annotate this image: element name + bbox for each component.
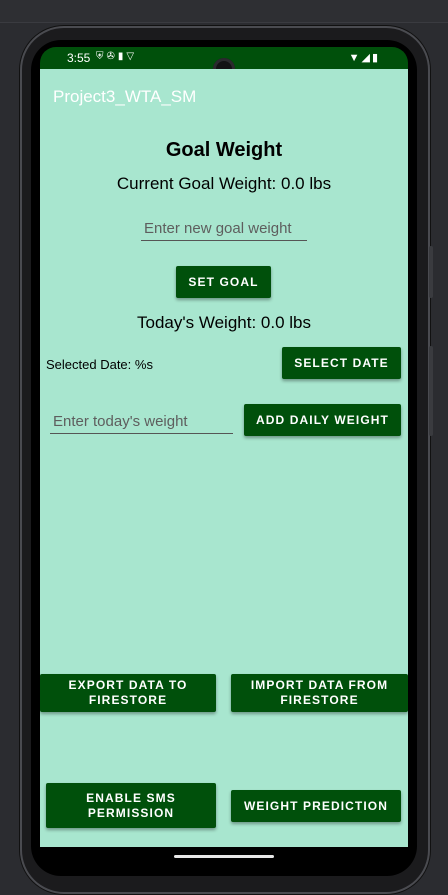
navigation-bar <box>40 847 408 867</box>
emulator-toolbar <box>0 0 448 23</box>
status-system-icons: ▼◢▮ <box>349 51 380 64</box>
app-title: Project3_WTA_SM <box>53 87 197 106</box>
select-date-button[interactable]: SELECT DATE <box>282 347 401 379</box>
app-bar: Project3_WTA_SM <box>40 69 408 122</box>
status-time: 3:55 <box>67 51 91 65</box>
weight-prediction-button[interactable]: WEIGHT PREDICTION <box>231 790 401 822</box>
signal-icon: ◢ <box>361 52 372 64</box>
volume-button <box>429 346 433 436</box>
goal-weight-input[interactable] <box>141 217 307 241</box>
status-notification-icons: ⛨✇▮▽ <box>96 51 137 62</box>
shield-icon: ⛨ <box>96 51 107 62</box>
set-goal-button[interactable]: SET GOAL <box>176 266 271 298</box>
main-content: Goal Weight Current Goal Weight: 0.0 lbs… <box>40 121 408 847</box>
enable-sms-permission-button[interactable]: ENABLE SMS PERMISSION <box>46 783 216 828</box>
battery-icon: ▮ <box>371 52 380 64</box>
import-data-button[interactable]: IMPORT DATA FROM FIRESTORE <box>231 674 408 712</box>
wifi-icon: ▼ <box>348 52 362 64</box>
goal-weight-title: Goal Weight <box>165 139 283 161</box>
current-goal-weight-label: Current Goal Weight: 0.0 lbs <box>116 174 332 193</box>
export-data-button[interactable]: EXPORT DATA TO FIRESTORE <box>40 674 216 712</box>
vpn-icon: ▽ <box>126 51 138 62</box>
add-daily-weight-button[interactable]: ADD DAILY WEIGHT <box>244 404 401 436</box>
todays-weight-label: Today's Weight: 0.0 lbs <box>137 313 311 332</box>
selected-date-label: Selected Date: %s <box>46 357 153 372</box>
fan-icon: ✇ <box>106 51 118 62</box>
power-button <box>429 246 433 298</box>
todays-weight-input[interactable] <box>50 409 233 434</box>
home-gesture-handle[interactable] <box>174 855 274 858</box>
device-screen: 3:55 ⛨✇▮▽ ▼◢▮ Project3_WTA_SM Goal Weigh… <box>40 47 408 867</box>
